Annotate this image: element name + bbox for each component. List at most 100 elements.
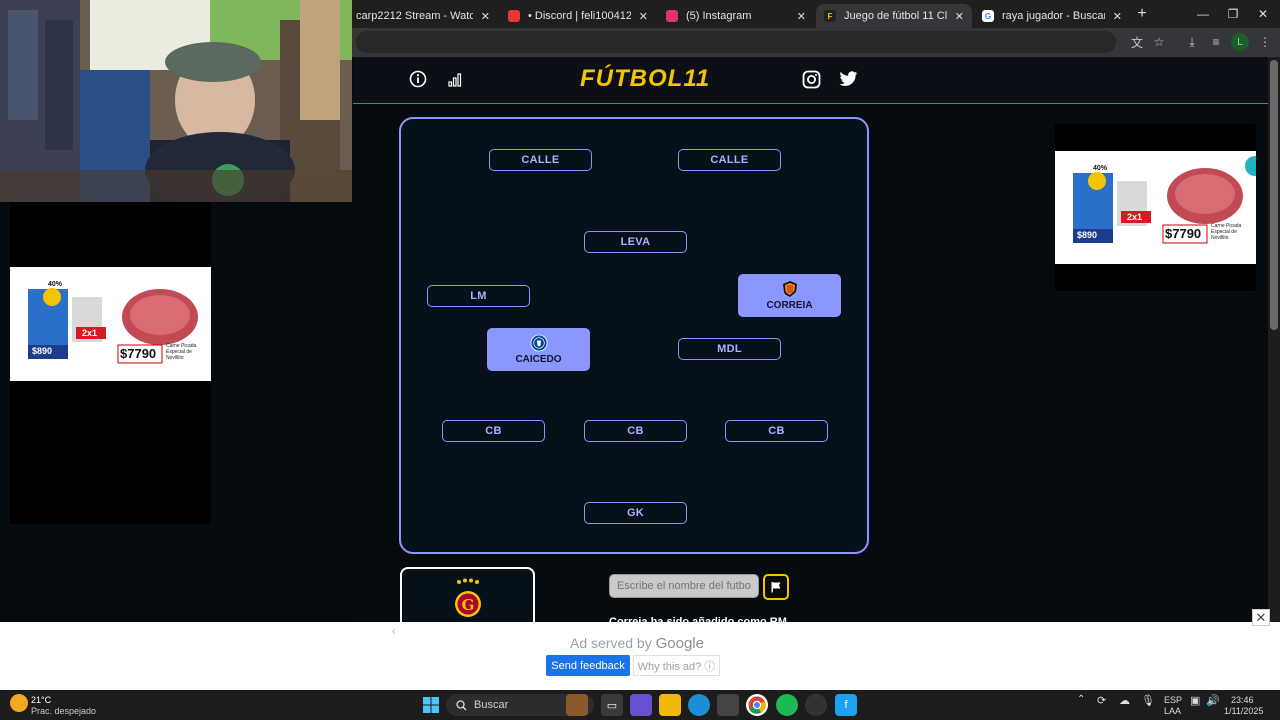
close-icon[interactable]: ✕ <box>797 10 806 23</box>
minimize-icon[interactable]: — <box>1188 0 1218 28</box>
slot-goalkeeper[interactable]: GK <box>584 502 687 524</box>
twitter-icon[interactable] <box>838 69 858 89</box>
ad-description: Carne Picada Especial de Novillito <box>166 343 197 361</box>
media-control-icon[interactable]: ≡ <box>1207 33 1225 51</box>
site-logo[interactable]: FÚTBOL11 <box>580 65 710 93</box>
close-icon[interactable]: ✕ <box>481 10 490 23</box>
tab-discord[interactable]: • Discord | feli100412, coqu ✕ <box>500 4 656 28</box>
close-icon[interactable]: ✕ <box>955 10 964 23</box>
app-f-icon[interactable]: f <box>835 694 857 716</box>
weather-temp[interactable]: 21°C <box>31 695 51 705</box>
chrome-icon[interactable] <box>746 694 768 716</box>
ad-served-prefix: Ad served by <box>570 635 652 651</box>
ad-close-button[interactable]: ✕ <box>1252 609 1270 626</box>
network-icon[interactable]: ▣ <box>1190 694 1200 707</box>
search-icon <box>456 699 467 710</box>
tray-chevron-icon[interactable]: ⌃ <box>1077 694 1085 705</box>
player-card-center-mid[interactable]: CAICEDO <box>487 328 590 371</box>
flag-icon <box>771 582 781 593</box>
weather-icon[interactable] <box>10 694 28 712</box>
edge-icon[interactable] <box>688 694 710 716</box>
ad-flyer-graphic <box>10 267 211 381</box>
download-icon[interactable]: ⤓ <box>1183 33 1201 51</box>
tab-title: raya jugador - Buscar con Goo <box>1002 10 1105 22</box>
scrollbar-thumb[interactable] <box>1270 60 1278 330</box>
slot-left-mid[interactable]: LM <box>427 285 530 307</box>
slot-right-wing[interactable]: CALLE <box>678 149 781 171</box>
window-close-icon[interactable]: ✕ <box>1248 0 1278 28</box>
translate-icon[interactable]: 文 <box>1128 33 1146 51</box>
slot-left-wing[interactable]: CALLE <box>489 149 592 171</box>
ad-served-by: Ad served by Google <box>570 635 704 652</box>
webcam-image <box>0 0 352 202</box>
player-name-input[interactable] <box>609 574 759 598</box>
slot-striker[interactable]: LEVA <box>584 231 687 253</box>
new-tab-button[interactable]: + <box>1134 5 1150 23</box>
ad-promo: 2x1 <box>82 328 98 338</box>
menu-kebab-icon[interactable]: ⋮ <box>1256 33 1274 51</box>
app-icon[interactable] <box>805 694 827 716</box>
store-icon[interactable] <box>717 694 739 716</box>
close-icon[interactable]: ✕ <box>1113 10 1122 23</box>
close-icon[interactable]: ✕ <box>639 10 648 23</box>
tab-title: (5) Instagram <box>686 10 752 22</box>
weather-desc[interactable]: Prac. despejado <box>31 706 96 716</box>
player-name: CAICEDO <box>515 354 562 365</box>
search-label: Buscar <box>474 699 509 711</box>
microphone-icon[interactable]: 🎙 <box>1141 694 1155 707</box>
ad-price-big: $7790 <box>1165 226 1202 241</box>
lang-bottom[interactable]: LAA <box>1164 706 1181 716</box>
why-this-ad-button[interactable]: Why this ad? ⓘ <box>633 655 720 676</box>
lang-top[interactable]: ESP <box>1164 695 1182 705</box>
address-bar[interactable] <box>356 31 1116 53</box>
svg-text:G: G <box>462 596 475 614</box>
volume-icon[interactable]: 🔊 <box>1206 694 1220 707</box>
start-icon[interactable] <box>420 694 442 716</box>
slot-center-back-left[interactable]: CB <box>442 420 545 442</box>
ad-flyer[interactable]: 40% $890 2x1 $7790 Carne Picada Especial… <box>1055 151 1256 264</box>
ad-discount: 40% <box>1093 165 1108 172</box>
discord-icon <box>508 10 520 22</box>
instagram-icon[interactable] <box>801 69 821 89</box>
spotify-icon[interactable] <box>776 694 798 716</box>
tab-twitch[interactable]: carp2212 Stream - Watch Live c ✕ <box>348 4 498 28</box>
ad-back-icon[interactable]: ‹ <box>392 626 395 637</box>
left-side-ad[interactable]: 40% $890 2x1 $7790 Carne Picada Especial… <box>10 202 211 524</box>
slot-center-back-mid[interactable]: CB <box>584 420 687 442</box>
right-side-ad[interactable]: 40% $890 2x1 $7790 Carne Picada Especial… <box>1055 124 1256 291</box>
bookmark-star-icon[interactable]: ☆ <box>1150 33 1168 51</box>
ad-price-small: $890 <box>32 346 53 356</box>
tab-instagram[interactable]: (5) Instagram ✕ <box>658 4 814 28</box>
sync-icon[interactable]: ⟳ <box>1097 694 1106 707</box>
search-highlight-icon[interactable] <box>566 694 588 716</box>
current-club-card: G <box>400 567 535 627</box>
ad-flyer[interactable]: 40% $890 2x1 $7790 Carne Picada Especial… <box>10 267 211 381</box>
instagram-icon <box>666 10 678 22</box>
tab-google-search[interactable]: Graya jugador - Buscar con Goo ✕ <box>974 4 1130 28</box>
profile-avatar[interactable]: L <box>1231 33 1249 51</box>
formation-pitch: CALLE CALLE LEVA LM CORREIA CAICEDO MDL … <box>399 117 869 554</box>
ad-price-small: $890 <box>1077 230 1098 240</box>
slot-defensive-mid[interactable]: MDL <box>678 338 781 360</box>
clock-date[interactable]: 1/11/2025 <box>1224 706 1263 716</box>
player-card-right-mid[interactable]: CORREIA <box>738 274 841 317</box>
status-message: Correia ha sido añadido como RM <box>609 616 787 622</box>
tab-title: carp2212 Stream - Watch Live c <box>356 10 473 22</box>
ad-discount: 40% <box>48 281 63 288</box>
copilot-icon[interactable] <box>630 694 652 716</box>
restore-icon[interactable]: ❐ <box>1218 0 1248 28</box>
cloud-icon[interactable]: ☁ <box>1119 694 1130 707</box>
info-icon[interactable] <box>408 69 428 89</box>
give-up-flag-button[interactable] <box>763 574 789 600</box>
ad-flyer-graphic <box>1055 151 1256 264</box>
stats-icon[interactable] <box>446 69 466 89</box>
slot-center-back-right[interactable]: CB <box>725 420 828 442</box>
ad-price-big: $7790 <box>120 346 157 361</box>
send-feedback-button[interactable]: Send feedback <box>546 655 630 676</box>
valencia-crest-icon <box>782 281 797 297</box>
ad-served-brand: Google <box>655 635 704 652</box>
tab-futbol11[interactable]: F Juego de fútbol 11 Clubs ✕ <box>816 4 972 28</box>
file-explorer-icon[interactable] <box>659 694 681 716</box>
task-view-icon[interactable]: ▭ <box>601 694 623 716</box>
clock-time[interactable]: 23:46 <box>1231 695 1254 705</box>
